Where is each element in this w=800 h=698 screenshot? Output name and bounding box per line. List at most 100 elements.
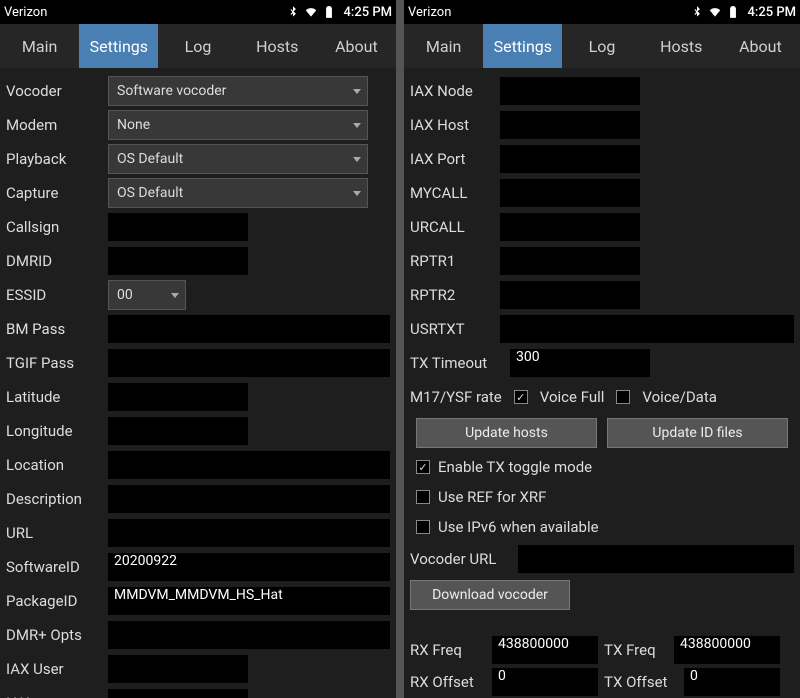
update-id-button[interactable]: Update ID files xyxy=(607,418,788,448)
carrier-label: Verizon xyxy=(408,5,690,20)
tab-log[interactable]: Log xyxy=(158,24,237,68)
softwareid-input[interactable]: 20200922 xyxy=(108,553,390,581)
mycall-input[interactable] xyxy=(500,179,640,207)
rptr2-label: RPTR2 xyxy=(410,286,494,304)
refxrf-checkbox[interactable] xyxy=(416,490,430,504)
rptr1-label: RPTR1 xyxy=(410,252,494,270)
capture-select[interactable]: OS Default xyxy=(108,178,368,208)
tab-settings[interactable]: Settings xyxy=(483,24,562,68)
tab-hosts[interactable]: Hosts xyxy=(238,24,317,68)
status-bar: Verizon 4:25 PM xyxy=(0,0,396,24)
tab-about[interactable]: About xyxy=(721,24,800,68)
url-input[interactable] xyxy=(108,519,390,547)
iaxnode-label: IAX Node xyxy=(410,82,494,100)
wifi-icon xyxy=(708,5,722,19)
latitude-input[interactable] xyxy=(108,383,248,411)
iaxport-input[interactable] xyxy=(500,145,640,173)
usrtxt-input[interactable] xyxy=(500,315,794,343)
packageid-label: PackageID xyxy=(6,592,102,610)
device-right: Verizon 4:25 PM Main Settings Log Hosts … xyxy=(404,0,800,698)
usrtxt-label: USRTXT xyxy=(410,320,494,338)
longitude-label: Longitude xyxy=(6,422,102,440)
bmpass-input[interactable] xyxy=(108,315,390,343)
iaxhost-label: IAX Host xyxy=(410,116,494,134)
refxrf-label: Use REF for XRF xyxy=(438,488,546,506)
essid-label: ESSID xyxy=(6,286,102,304)
capture-label: Capture xyxy=(6,184,102,202)
txfreq-input[interactable]: 438800000 xyxy=(674,636,780,664)
update-hosts-button[interactable]: Update hosts xyxy=(416,418,597,448)
dmrid-label: DMRID xyxy=(6,252,102,270)
rxoffset-input[interactable]: 0 xyxy=(492,668,598,696)
vocoder-select[interactable]: Software vocoder xyxy=(108,76,368,106)
chevron-down-icon xyxy=(171,293,179,298)
voicedata-checkbox[interactable] xyxy=(616,390,630,404)
iaxnode-input[interactable] xyxy=(500,77,640,105)
tab-settings[interactable]: Settings xyxy=(79,24,158,68)
rptr1-input[interactable] xyxy=(500,247,640,275)
iaxhost-input[interactable] xyxy=(500,111,640,139)
modem-label: Modem xyxy=(6,116,102,134)
txfreq-label: TX Freq xyxy=(604,641,668,659)
tab-hosts[interactable]: Hosts xyxy=(642,24,721,68)
dmropts-input[interactable] xyxy=(108,621,390,649)
tab-about[interactable]: About xyxy=(317,24,396,68)
chevron-down-icon xyxy=(353,191,361,196)
settings-panel-left: Vocoder Software vocoder Modem None Play… xyxy=(0,68,396,698)
voicedata-label: Voice/Data xyxy=(642,388,716,406)
location-input[interactable] xyxy=(108,451,390,479)
tgifpass-input[interactable] xyxy=(108,349,390,377)
vocoder-label: Vocoder xyxy=(6,82,102,100)
description-input[interactable] xyxy=(108,485,390,513)
urcall-input[interactable] xyxy=(500,213,640,241)
longitude-input[interactable] xyxy=(108,417,248,445)
rxoffset-label: RX Offset xyxy=(410,673,486,691)
bmpass-label: BM Pass xyxy=(6,320,102,338)
playback-label: Playback xyxy=(6,150,102,168)
bluetooth-icon xyxy=(286,5,300,19)
tab-bar: Main Settings Log Hosts About xyxy=(0,24,396,68)
packageid-input[interactable]: MMDVM_MMDVM_HS_Hat xyxy=(108,587,390,615)
ipv6-checkbox[interactable] xyxy=(416,520,430,534)
callsign-label: Callsign xyxy=(6,218,102,236)
callsign-input[interactable] xyxy=(108,213,248,241)
rxfreq-input[interactable]: 438800000 xyxy=(492,636,598,664)
urcall-label: URCALL xyxy=(410,218,494,236)
tab-main[interactable]: Main xyxy=(404,24,483,68)
tab-bar: Main Settings Log Hosts About xyxy=(404,24,800,68)
playback-select[interactable]: OS Default xyxy=(108,144,368,174)
dmrid-input[interactable] xyxy=(108,247,248,275)
iaxuser-input[interactable] xyxy=(108,655,248,683)
chevron-down-icon xyxy=(353,89,361,94)
status-bar: Verizon 4:25 PM xyxy=(404,0,800,24)
iaxsecret-input[interactable] xyxy=(108,689,248,698)
tab-main[interactable]: Main xyxy=(0,24,79,68)
vocurl-input[interactable] xyxy=(518,545,794,573)
url-label: URL xyxy=(6,524,102,542)
clock-label: 4:25 PM xyxy=(748,5,797,20)
iaxport-label: IAX Port xyxy=(410,150,494,168)
modem-select[interactable]: None xyxy=(108,110,368,140)
ipv6-label: Use IPv6 when available xyxy=(438,518,599,536)
description-label: Description xyxy=(6,490,102,508)
essid-select[interactable]: 00 xyxy=(108,280,186,310)
tgifpass-label: TGIF Pass xyxy=(6,354,102,372)
txoffset-label: TX Offset xyxy=(604,673,678,691)
voicefull-checkbox[interactable] xyxy=(514,390,528,404)
txtoggle-checkbox[interactable] xyxy=(416,460,430,474)
txoffset-input[interactable]: 0 xyxy=(684,668,780,696)
location-label: Location xyxy=(6,456,102,474)
carrier-label: Verizon xyxy=(4,5,286,20)
tab-log[interactable]: Log xyxy=(562,24,641,68)
vocurl-label: Vocoder URL xyxy=(410,550,512,568)
bluetooth-icon xyxy=(690,5,704,19)
dmropts-label: DMR+ Opts xyxy=(6,626,102,644)
txtimeout-input[interactable]: 300 xyxy=(510,349,650,377)
rptr2-input[interactable] xyxy=(500,281,640,309)
rxfreq-label: RX Freq xyxy=(410,641,486,659)
latitude-label: Latitude xyxy=(6,388,102,406)
battery-icon xyxy=(726,5,740,19)
download-vocoder-button[interactable]: Download vocoder xyxy=(410,580,570,610)
iaxsecret-label: IAX secret xyxy=(6,694,102,698)
txtoggle-label: Enable TX toggle mode xyxy=(438,458,592,476)
